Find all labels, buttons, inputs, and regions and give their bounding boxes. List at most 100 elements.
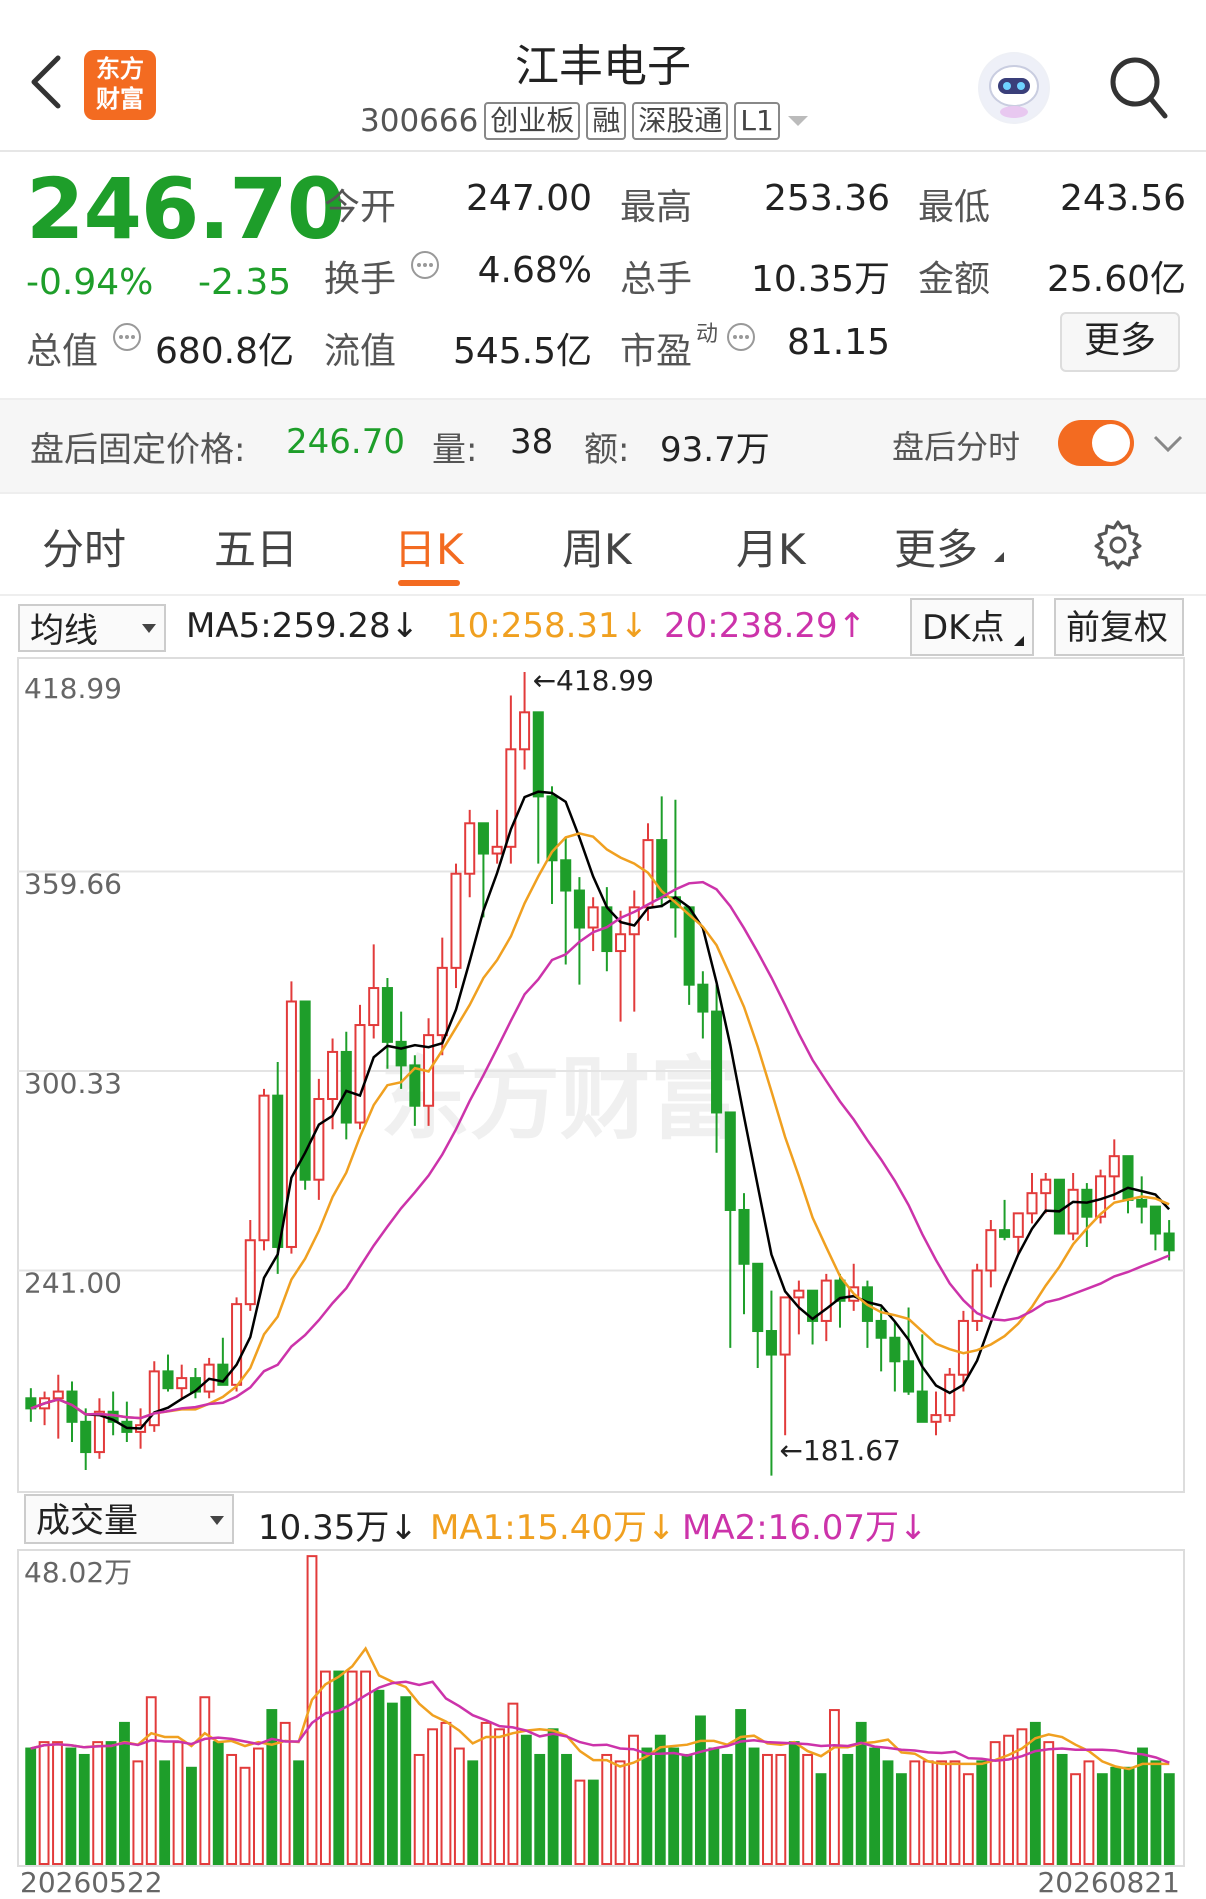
- pe-label: 市盈: [620, 331, 693, 372]
- volume-bar: [1070, 1773, 1081, 1866]
- tag-level: L1: [734, 102, 780, 140]
- candle: [368, 987, 380, 1027]
- candle: [381, 987, 393, 1043]
- info-circle-icon[interactable]: [112, 322, 142, 352]
- volume-bar: [239, 1766, 251, 1865]
- volume-bar: [869, 1747, 881, 1866]
- chevron-down-icon[interactable]: [786, 113, 810, 129]
- tab-weekly-k[interactable]: 周K: [562, 516, 632, 577]
- candle: [244, 1239, 256, 1306]
- volume-bar: [360, 1670, 372, 1866]
- after-hours-price: 246.70: [286, 422, 405, 462]
- volume-ma1: MA1:15.40万↓: [430, 1508, 676, 1548]
- volume-bar: [574, 1779, 586, 1865]
- volume-bar: [788, 1741, 800, 1865]
- float-label: 流值: [324, 331, 397, 372]
- ma20-value: 20:238.29↑: [664, 606, 867, 646]
- volume-chart[interactable]: 48.02万 20260522 20260821: [0, 1546, 1206, 1899]
- volume-selector[interactable]: 成交量: [24, 1494, 234, 1544]
- candle: [587, 906, 599, 929]
- x-start-date: 20260522: [20, 1866, 163, 1899]
- y-tick-label: 418.99: [24, 672, 122, 705]
- adjust-button[interactable]: 前复权: [1054, 598, 1184, 656]
- after-hours-toggle[interactable]: [1058, 420, 1134, 466]
- gear-icon[interactable]: [1092, 518, 1144, 570]
- volume-bar: [654, 1734, 666, 1865]
- candle: [1040, 1178, 1052, 1195]
- turnover-label: 换手: [324, 259, 397, 300]
- candle: [313, 1098, 325, 1181]
- more-quote-button[interactable]: 更多: [1060, 312, 1180, 372]
- candle: [285, 1000, 297, 1248]
- dk-point-button[interactable]: DK点: [910, 598, 1034, 656]
- ma-selector-label: 均线: [30, 611, 98, 651]
- volume-bar: [882, 1760, 894, 1866]
- volume-bar: [293, 1760, 305, 1866]
- high-label: 最高: [620, 187, 693, 228]
- volume-bar: [373, 1689, 385, 1865]
- volume-bar: [762, 1753, 773, 1865]
- candle: [491, 845, 503, 855]
- volume-bar: [668, 1747, 680, 1866]
- after-hours-volume-label: 量:: [432, 430, 478, 470]
- more-triangle-icon: [994, 552, 1004, 562]
- volume-ma2: MA2:16.07万↓: [682, 1508, 928, 1548]
- volume-bar: [708, 1747, 720, 1866]
- volume-bar: [534, 1753, 546, 1865]
- chevron-down-icon[interactable]: [1152, 432, 1184, 454]
- candle: [93, 1410, 105, 1454]
- candle: [903, 1360, 915, 1393]
- volume-value: 10.35万: [750, 259, 890, 300]
- volume-bar: [895, 1773, 907, 1866]
- volume-bar: [386, 1702, 398, 1865]
- candle: [162, 1370, 174, 1390]
- volume-bar: [976, 1760, 988, 1866]
- ma-selector[interactable]: 均线: [18, 604, 166, 652]
- info-circle-icon[interactable]: [410, 250, 440, 280]
- volume-bar: [132, 1760, 144, 1866]
- volume-bar: [1123, 1766, 1135, 1865]
- y-tick-label: 359.66: [24, 868, 122, 901]
- tab-monthly-k[interactable]: 月K: [736, 516, 806, 577]
- robot-assistant-icon[interactable]: [978, 52, 1050, 124]
- info-circle-icon[interactable]: [726, 322, 756, 352]
- top-navigation-bar: 东方 财富 江丰电子 300666 创业板 融 深股通 L1: [0, 0, 1206, 152]
- volume-bar: [561, 1753, 572, 1865]
- volume-bar: [186, 1766, 197, 1865]
- turnover-value: 4.68%: [477, 250, 592, 291]
- volume-bar: [815, 1773, 827, 1866]
- tab-five-day[interactable]: 五日: [214, 516, 298, 577]
- candle: [930, 1414, 942, 1423]
- volume-bar: [628, 1734, 639, 1865]
- volume-bar: [279, 1721, 291, 1865]
- candle: [176, 1377, 188, 1390]
- candle: [354, 1024, 366, 1124]
- tab-timeshare[interactable]: 分时: [42, 516, 126, 577]
- dropdown-triangle-icon: [142, 624, 156, 633]
- volume-bar: [159, 1760, 171, 1866]
- volume-label: 总手: [620, 259, 693, 300]
- candle: [436, 966, 448, 1037]
- after-hours-timeshare-label: 盘后分时: [892, 428, 1021, 466]
- low-value: 243.56: [1060, 178, 1186, 219]
- candle: [231, 1303, 243, 1386]
- candle: [340, 1050, 352, 1124]
- dk-point-label: DK点: [922, 608, 1005, 648]
- ma10-value: 10:258.31↓: [446, 606, 649, 646]
- candle: [1163, 1232, 1175, 1252]
- volume-bar: [614, 1760, 626, 1866]
- candle: [615, 933, 627, 953]
- volume-bar: [1110, 1766, 1122, 1865]
- tab-daily-k[interactable]: 日K: [394, 516, 464, 577]
- candlestick-chart[interactable]: 东方财富 418.99359.66300.33241.00←418.99←181…: [0, 650, 1206, 1500]
- candle: [573, 889, 585, 929]
- volume-bar: [172, 1741, 184, 1865]
- tab-more[interactable]: 更多: [894, 516, 978, 577]
- search-icon[interactable]: [1108, 54, 1168, 120]
- candle: [1053, 1178, 1065, 1235]
- after-hours-amount-label: 额:: [584, 430, 630, 470]
- volume-bar: [38, 1741, 50, 1865]
- high-value: 253.36: [764, 178, 890, 219]
- candle: [258, 1094, 270, 1242]
- volume-bar: [453, 1747, 465, 1866]
